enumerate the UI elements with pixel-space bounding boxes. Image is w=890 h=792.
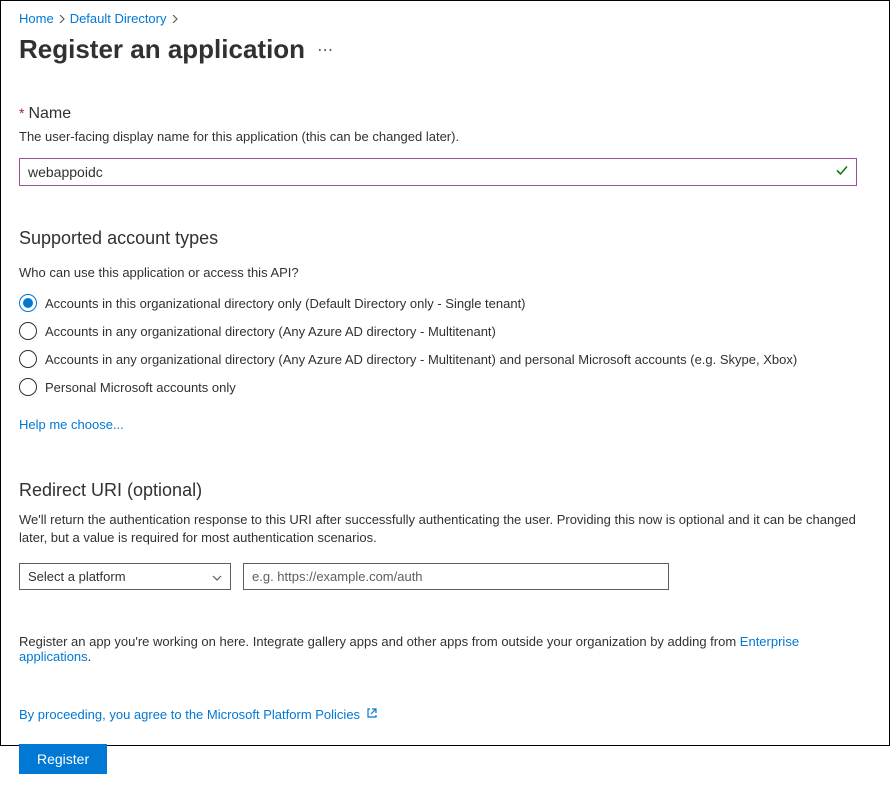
- breadcrumb: Home Default Directory: [19, 11, 871, 26]
- radio-icon: [19, 378, 37, 396]
- chevron-right-icon: [171, 15, 179, 23]
- radio-personal-only[interactable]: Personal Microsoft accounts only: [19, 378, 871, 396]
- name-input[interactable]: [19, 158, 857, 186]
- page-title: Register an application: [19, 34, 305, 65]
- radio-single-tenant[interactable]: Accounts in this organizational director…: [19, 294, 871, 312]
- radio-multitenant[interactable]: Accounts in any organizational directory…: [19, 322, 871, 340]
- radio-label: Accounts in this organizational director…: [45, 296, 526, 311]
- platform-select-label: Select a platform: [28, 569, 126, 584]
- radio-label: Accounts in any organizational directory…: [45, 324, 496, 339]
- account-types-heading: Supported account types: [19, 228, 871, 249]
- chevron-right-icon: [58, 15, 66, 23]
- radio-label: Personal Microsoft accounts only: [45, 380, 236, 395]
- required-asterisk: *: [19, 105, 24, 121]
- radio-multitenant-personal[interactable]: Accounts in any organizational directory…: [19, 350, 871, 368]
- help-me-choose-link[interactable]: Help me choose...: [19, 417, 124, 432]
- policies-text: By proceeding, you agree to the Microsof…: [19, 707, 360, 722]
- account-types-radio-group: Accounts in this organizational director…: [19, 294, 871, 396]
- name-description: The user-facing display name for this ap…: [19, 129, 871, 144]
- radio-icon: [19, 322, 37, 340]
- redirect-heading: Redirect URI (optional): [19, 480, 871, 501]
- external-link-icon: [366, 707, 378, 722]
- breadcrumb-directory[interactable]: Default Directory: [70, 11, 167, 26]
- platform-policies-link[interactable]: By proceeding, you agree to the Microsof…: [19, 707, 378, 722]
- account-types-question: Who can use this application or access t…: [19, 265, 871, 280]
- redirect-uri-input[interactable]: [243, 563, 669, 590]
- radio-icon: [19, 350, 37, 368]
- redirect-description: We'll return the authentication response…: [19, 511, 869, 547]
- chevron-down-icon: [212, 569, 222, 584]
- more-icon[interactable]: ⋯: [317, 40, 333, 60]
- platform-select[interactable]: Select a platform: [19, 563, 231, 590]
- breadcrumb-home[interactable]: Home: [19, 11, 54, 26]
- check-icon: [835, 164, 849, 181]
- radio-icon: [19, 294, 37, 312]
- register-button[interactable]: Register: [19, 744, 107, 774]
- enterprise-apps-info: Register an app you're working on here. …: [19, 634, 871, 664]
- name-label: Name: [28, 105, 71, 123]
- radio-label: Accounts in any organizational directory…: [45, 352, 797, 367]
